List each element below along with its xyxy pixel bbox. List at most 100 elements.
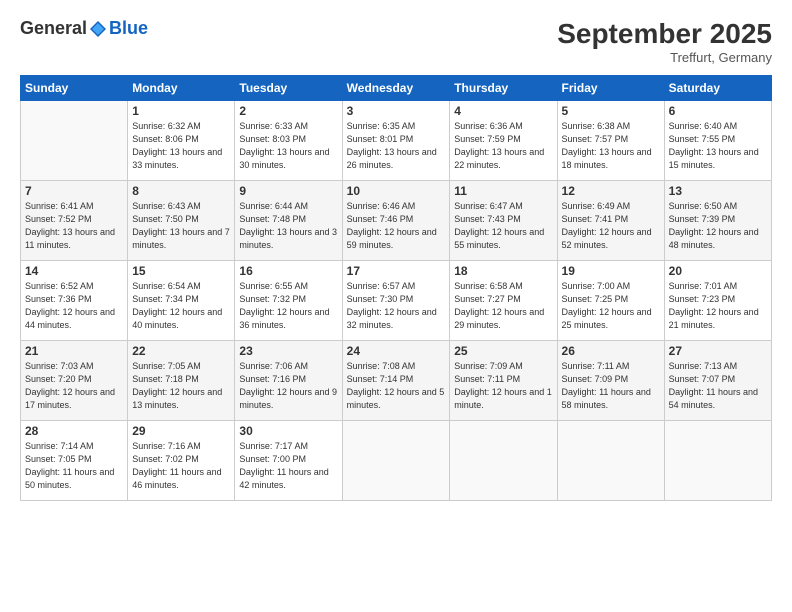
- calendar-table: SundayMondayTuesdayWednesdayThursdayFrid…: [20, 75, 772, 501]
- col-header-sunday: Sunday: [21, 76, 128, 101]
- calendar-cell: 1 Sunrise: 6:32 AMSunset: 8:06 PMDaylight…: [128, 101, 235, 181]
- calendar-week-row: 7 Sunrise: 6:41 AMSunset: 7:52 PMDaylight…: [21, 181, 772, 261]
- calendar-week-row: 14 Sunrise: 6:52 AMSunset: 7:36 PMDayligh…: [21, 261, 772, 341]
- calendar-week-row: 21Sunrise: 7:03 AMSunset: 7:20 PMDayligh…: [21, 341, 772, 421]
- calendar-cell: 19 Sunrise: 7:00 AMSunset: 7:25 PMDayligh…: [557, 261, 664, 341]
- day-info: Sunrise: 6:49 AMSunset: 7:41 PMDaylight:…: [562, 200, 660, 252]
- day-number: 27: [669, 344, 767, 358]
- day-info: Sunrise: 7:13 AMSunset: 7:07 PMDaylight:…: [669, 360, 767, 412]
- day-number: 1: [132, 104, 230, 118]
- day-info: Sunrise: 6:35 AMSunset: 8:01 PMDaylight:…: [347, 120, 446, 172]
- day-info: Sunrise: 6:55 AMSunset: 7:32 PMDaylight:…: [239, 280, 337, 332]
- calendar-cell: 14 Sunrise: 6:52 AMSunset: 7:36 PMDayligh…: [21, 261, 128, 341]
- day-info: Sunrise: 7:11 AMSunset: 7:09 PMDaylight:…: [562, 360, 660, 412]
- day-info: Sunrise: 6:32 AMSunset: 8:06 PMDaylight:…: [132, 120, 230, 172]
- calendar-cell: 26 Sunrise: 7:11 AMSunset: 7:09 PMDayligh…: [557, 341, 664, 421]
- calendar-cell: 10 Sunrise: 6:46 AMSunset: 7:46 PMDayligh…: [342, 181, 450, 261]
- calendar-cell: 4 Sunrise: 6:36 AMSunset: 7:59 PMDaylight…: [450, 101, 557, 181]
- calendar-week-row: 28Sunrise: 7:14 AMSunset: 7:05 PMDayligh…: [21, 421, 772, 501]
- calendar-cell: 28Sunrise: 7:14 AMSunset: 7:05 PMDayligh…: [21, 421, 128, 501]
- day-info: Sunrise: 7:17 AMSunset: 7:00 PMDaylight:…: [239, 440, 337, 492]
- calendar-week-row: 1 Sunrise: 6:32 AMSunset: 8:06 PMDaylight…: [21, 101, 772, 181]
- day-info: Sunrise: 7:01 AMSunset: 7:23 PMDaylight:…: [669, 280, 767, 332]
- title-block: September 2025 Treffurt, Germany: [557, 18, 772, 65]
- day-info: Sunrise: 6:41 AMSunset: 7:52 PMDaylight:…: [25, 200, 123, 252]
- logo-blue-text: Blue: [109, 18, 148, 39]
- day-info: Sunrise: 7:16 AMSunset: 7:02 PMDaylight:…: [132, 440, 230, 492]
- day-info: Sunrise: 6:40 AMSunset: 7:55 PMDaylight:…: [669, 120, 767, 172]
- calendar-cell: [557, 421, 664, 501]
- day-number: 2: [239, 104, 337, 118]
- day-number: 12: [562, 184, 660, 198]
- day-number: 22: [132, 344, 230, 358]
- calendar-cell: 6 Sunrise: 6:40 AMSunset: 7:55 PMDaylight…: [664, 101, 771, 181]
- calendar-cell: 23Sunrise: 7:06 AMSunset: 7:16 PMDayligh…: [235, 341, 342, 421]
- page: General Blue September 2025 Treffurt, Ge…: [0, 0, 792, 612]
- calendar-cell: 24Sunrise: 7:08 AMSunset: 7:14 PMDayligh…: [342, 341, 450, 421]
- day-info: Sunrise: 6:50 AMSunset: 7:39 PMDaylight:…: [669, 200, 767, 252]
- day-number: 25: [454, 344, 552, 358]
- day-number: 29: [132, 424, 230, 438]
- day-number: 13: [669, 184, 767, 198]
- calendar-cell: 25 Sunrise: 7:09 AMSunset: 7:11 PMDayligh…: [450, 341, 557, 421]
- calendar-cell: [664, 421, 771, 501]
- calendar-cell: 12 Sunrise: 6:49 AMSunset: 7:41 PMDayligh…: [557, 181, 664, 261]
- day-number: 3: [347, 104, 446, 118]
- calendar-cell: 3 Sunrise: 6:35 AMSunset: 8:01 PMDaylight…: [342, 101, 450, 181]
- day-info: Sunrise: 6:36 AMSunset: 7:59 PMDaylight:…: [454, 120, 552, 172]
- col-header-wednesday: Wednesday: [342, 76, 450, 101]
- calendar-cell: [450, 421, 557, 501]
- calendar-cell: 30Sunrise: 7:17 AMSunset: 7:00 PMDayligh…: [235, 421, 342, 501]
- day-info: Sunrise: 6:57 AMSunset: 7:30 PMDaylight:…: [347, 280, 446, 332]
- col-header-tuesday: Tuesday: [235, 76, 342, 101]
- day-number: 10: [347, 184, 446, 198]
- calendar-cell: 8 Sunrise: 6:43 AMSunset: 7:50 PMDaylight…: [128, 181, 235, 261]
- day-number: 14: [25, 264, 123, 278]
- day-info: Sunrise: 6:58 AMSunset: 7:27 PMDaylight:…: [454, 280, 552, 332]
- day-number: 20: [669, 264, 767, 278]
- day-info: Sunrise: 7:08 AMSunset: 7:14 PMDaylight:…: [347, 360, 446, 412]
- day-info: Sunrise: 7:14 AMSunset: 7:05 PMDaylight:…: [25, 440, 123, 492]
- day-info: Sunrise: 6:46 AMSunset: 7:46 PMDaylight:…: [347, 200, 446, 252]
- calendar-cell: 13 Sunrise: 6:50 AMSunset: 7:39 PMDayligh…: [664, 181, 771, 261]
- day-info: Sunrise: 6:54 AMSunset: 7:34 PMDaylight:…: [132, 280, 230, 332]
- day-info: Sunrise: 7:03 AMSunset: 7:20 PMDaylight:…: [25, 360, 123, 412]
- calendar-cell: 18 Sunrise: 6:58 AMSunset: 7:27 PMDayligh…: [450, 261, 557, 341]
- calendar-header-row: SundayMondayTuesdayWednesdayThursdayFrid…: [21, 76, 772, 101]
- day-number: 8: [132, 184, 230, 198]
- day-info: Sunrise: 6:47 AMSunset: 7:43 PMDaylight:…: [454, 200, 552, 252]
- day-number: 26: [562, 344, 660, 358]
- calendar-cell: 11Sunrise: 6:47 AMSunset: 7:43 PMDayligh…: [450, 181, 557, 261]
- day-info: Sunrise: 7:09 AMSunset: 7:11 PMDaylight:…: [454, 360, 552, 412]
- day-number: 19: [562, 264, 660, 278]
- calendar-cell: 21Sunrise: 7:03 AMSunset: 7:20 PMDayligh…: [21, 341, 128, 421]
- day-number: 23: [239, 344, 337, 358]
- calendar-cell: 16Sunrise: 6:55 AMSunset: 7:32 PMDayligh…: [235, 261, 342, 341]
- col-header-monday: Monday: [128, 76, 235, 101]
- day-info: Sunrise: 7:00 AMSunset: 7:25 PMDaylight:…: [562, 280, 660, 332]
- day-number: 5: [562, 104, 660, 118]
- col-header-saturday: Saturday: [664, 76, 771, 101]
- day-number: 6: [669, 104, 767, 118]
- logo-general-text: General: [20, 18, 87, 39]
- location: Treffurt, Germany: [557, 50, 772, 65]
- calendar-cell: 20 Sunrise: 7:01 AMSunset: 7:23 PMDayligh…: [664, 261, 771, 341]
- calendar-cell: 9 Sunrise: 6:44 AMSunset: 7:48 PMDaylight…: [235, 181, 342, 261]
- month-title: September 2025: [557, 18, 772, 50]
- day-info: Sunrise: 6:43 AMSunset: 7:50 PMDaylight:…: [132, 200, 230, 252]
- col-header-thursday: Thursday: [450, 76, 557, 101]
- calendar-cell: 29 Sunrise: 7:16 AMSunset: 7:02 PMDayligh…: [128, 421, 235, 501]
- day-info: Sunrise: 6:44 AMSunset: 7:48 PMDaylight:…: [239, 200, 337, 252]
- logo-icon: [89, 20, 107, 38]
- day-number: 7: [25, 184, 123, 198]
- day-number: 9: [239, 184, 337, 198]
- day-number: 4: [454, 104, 552, 118]
- day-info: Sunrise: 6:38 AMSunset: 7:57 PMDaylight:…: [562, 120, 660, 172]
- calendar-cell: 22Sunrise: 7:05 AMSunset: 7:18 PMDayligh…: [128, 341, 235, 421]
- calendar-cell: 15Sunrise: 6:54 AMSunset: 7:34 PMDayligh…: [128, 261, 235, 341]
- day-number: 18: [454, 264, 552, 278]
- calendar-cell: 7 Sunrise: 6:41 AMSunset: 7:52 PMDaylight…: [21, 181, 128, 261]
- day-info: Sunrise: 6:52 AMSunset: 7:36 PMDaylight:…: [25, 280, 123, 332]
- calendar-cell: 27 Sunrise: 7:13 AMSunset: 7:07 PMDayligh…: [664, 341, 771, 421]
- col-header-friday: Friday: [557, 76, 664, 101]
